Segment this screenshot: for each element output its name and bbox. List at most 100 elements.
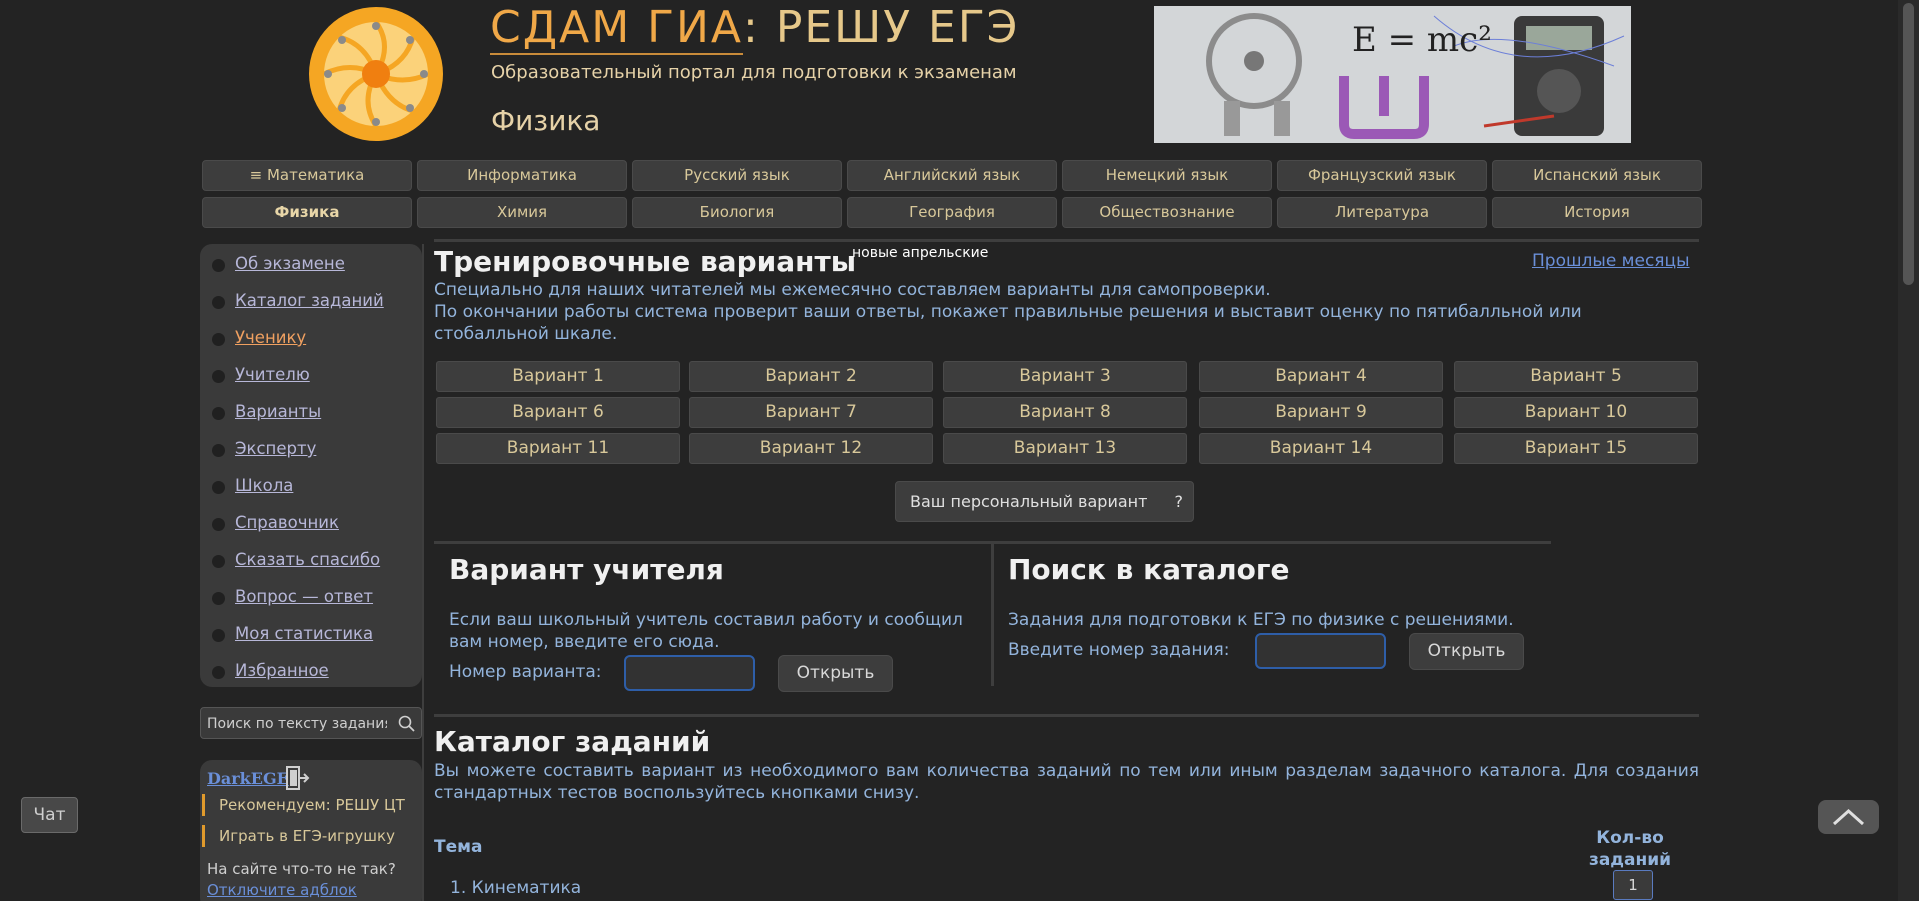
darkege-link[interactable]: DarkEGE bbox=[207, 769, 289, 788]
catalog-desc: Вы можете составить вариант из необходим… bbox=[434, 761, 1699, 803]
training-title: Тренировочные варианты bbox=[434, 245, 857, 278]
training-desc-1: Специально для наших читателей мы ежемес… bbox=[434, 280, 1271, 300]
subject-tab[interactable]: Литература bbox=[1277, 197, 1487, 228]
subject-tab[interactable]: Физика bbox=[202, 197, 412, 228]
bullet-icon bbox=[212, 481, 225, 494]
variant-button[interactable]: Вариант 6 bbox=[436, 397, 680, 428]
help-icon[interactable]: ? bbox=[1175, 482, 1184, 521]
site-subtitle: Образовательный портал для подготовки к … bbox=[491, 62, 1017, 83]
open-variant-button[interactable]: Открыть bbox=[778, 655, 893, 692]
bullet-icon bbox=[212, 407, 225, 420]
adblock-link[interactable]: Отключите адблок bbox=[207, 881, 357, 899]
sidebar-menu-label[interactable]: Ученику bbox=[235, 328, 306, 347]
bullet-icon bbox=[212, 629, 225, 642]
variant-button[interactable]: Вариант 5 bbox=[1454, 361, 1698, 392]
subject-tab[interactable]: Английский язык bbox=[847, 160, 1057, 191]
bullet-icon bbox=[212, 296, 225, 309]
site-title-product[interactable]: РЕШУ ЕГЭ bbox=[776, 2, 1020, 53]
variant-number-input[interactable] bbox=[624, 655, 755, 691]
sidebar-menu-label[interactable]: Школа bbox=[235, 476, 293, 495]
variant-button[interactable]: Вариант 15 bbox=[1454, 433, 1698, 464]
column-divider bbox=[991, 543, 994, 686]
sidebar-menu: Об экзамене Каталог заданий Ученику Учителю… bbox=[200, 244, 422, 687]
sidebar-menu-label[interactable]: Учителю bbox=[235, 365, 310, 384]
variant-button[interactable]: Вариант 4 bbox=[1199, 361, 1443, 392]
variant-button[interactable]: Вариант 12 bbox=[689, 433, 933, 464]
catalog-search-desc: Задания для подготовки к ЕГЭ по физике с… bbox=[1008, 610, 1514, 630]
past-months-link[interactable]: Прошлые месяцы bbox=[1532, 251, 1690, 271]
subject-tab[interactable]: Немецкий язык bbox=[1062, 160, 1272, 191]
bullet-icon bbox=[212, 518, 225, 531]
sidebar-menu-label[interactable]: Варианты bbox=[235, 402, 321, 421]
sidebar-menu-label[interactable]: Каталог заданий bbox=[235, 291, 384, 310]
promo-reshu-ct[interactable]: Рекомендуем: РЕШУ ЦТ bbox=[202, 794, 405, 816]
sidebar-menu-label[interactable]: Эксперту bbox=[235, 439, 316, 458]
variant-button[interactable]: Вариант 14 bbox=[1199, 433, 1443, 464]
sidebar-menu-label[interactable]: Справочник bbox=[235, 513, 339, 532]
task-search-input[interactable] bbox=[207, 714, 387, 734]
subject-tab[interactable]: Химия bbox=[417, 197, 627, 228]
sidebar-menu-label[interactable]: Сказать спасибо bbox=[235, 550, 380, 569]
training-desc-2: По окончании работы система проверит ваш… bbox=[434, 302, 1582, 344]
catalog-search-title: Поиск в каталоге bbox=[1008, 553, 1290, 586]
column-header-count: Кол-во заданий bbox=[1588, 828, 1672, 870]
catalog-title: Каталог заданий bbox=[434, 725, 711, 758]
task-search bbox=[200, 707, 422, 739]
catalog-row-topic[interactable]: 1. Кинематика bbox=[450, 878, 581, 898]
variant-button[interactable]: Вариант 13 bbox=[943, 433, 1187, 464]
chat-button[interactable]: Чат bbox=[21, 797, 78, 833]
task-number-input[interactable] bbox=[1255, 633, 1386, 669]
adblock-question: На сайте что-то не так? bbox=[207, 860, 396, 878]
site-logo[interactable] bbox=[308, 6, 444, 142]
sidebar-menu-label[interactable]: Избранное bbox=[235, 661, 329, 680]
task-number-label: Введите номер задания: bbox=[1008, 640, 1230, 660]
variant-button[interactable]: Вариант 2 bbox=[689, 361, 933, 392]
site-title-brand[interactable]: СДАМ ГИА bbox=[490, 2, 743, 55]
teacher-variant-title: Вариант учителя bbox=[449, 553, 724, 586]
subject-tab[interactable]: География bbox=[847, 197, 1057, 228]
promo-box: DarkEGE Рекомендуем: РЕШУ ЦТ Играть в ЕГ… bbox=[200, 760, 422, 901]
section-divider bbox=[434, 239, 1699, 242]
variant-number-label: Номер варианта: bbox=[449, 662, 602, 682]
bullet-icon bbox=[212, 444, 225, 457]
variant-button[interactable]: Вариант 10 bbox=[1454, 397, 1698, 428]
search-icon[interactable] bbox=[397, 714, 417, 734]
scroll-to-top-button[interactable] bbox=[1818, 800, 1879, 834]
variant-button[interactable]: Вариант 11 bbox=[436, 433, 680, 464]
variant-button[interactable]: Вариант 1 bbox=[436, 361, 680, 392]
variant-button[interactable]: Вариант 3 bbox=[943, 361, 1187, 392]
subject-tab[interactable]: Испанский язык bbox=[1492, 160, 1702, 191]
promo-ege-game[interactable]: Играть в ЕГЭ-игрушку bbox=[202, 825, 395, 847]
page-scrollbar[interactable] bbox=[1898, 0, 1919, 901]
section-divider bbox=[434, 714, 1699, 717]
sidebar-menu-label[interactable]: Об экзамене bbox=[235, 254, 345, 273]
subject-tab[interactable]: Французский язык bbox=[1277, 160, 1487, 191]
site-title[interactable]: СДАМ ГИА: РЕШУ ЕГЭ bbox=[490, 2, 1020, 55]
open-task-button[interactable]: Открыть bbox=[1409, 633, 1524, 670]
catalog-row-count-input[interactable]: 1 bbox=[1613, 870, 1653, 900]
sidebar-divider bbox=[422, 244, 424, 901]
variant-button[interactable]: Вариант 9 bbox=[1199, 397, 1443, 428]
bullet-icon bbox=[212, 333, 225, 346]
scrollbar-thumb[interactable] bbox=[1903, 3, 1914, 285]
teacher-variant-desc: Если ваш школьный учитель составил работ… bbox=[449, 610, 963, 652]
door-icon[interactable] bbox=[284, 765, 310, 791]
variant-button[interactable]: Вариант 8 bbox=[943, 397, 1187, 428]
subject-tab[interactable]: Биология bbox=[632, 197, 842, 228]
personal-variant-button[interactable]: Ваш персональный вариант ? bbox=[895, 481, 1194, 522]
subject-tab[interactable]: История bbox=[1492, 197, 1702, 228]
banner-formula: E = mc² bbox=[1352, 20, 1492, 60]
site-title-separator: : bbox=[743, 2, 760, 53]
subject-tab[interactable]: Обществознание bbox=[1062, 197, 1272, 228]
variant-button[interactable]: Вариант 7 bbox=[689, 397, 933, 428]
bullet-icon bbox=[212, 592, 225, 605]
personal-variant-label: Ваш персональный вариант bbox=[910, 492, 1148, 511]
bullet-icon bbox=[212, 666, 225, 679]
subject-tab[interactable]: Информатика bbox=[417, 160, 627, 191]
subject-heading: Физика bbox=[491, 104, 601, 137]
subject-tab[interactable]: Русский язык bbox=[632, 160, 842, 191]
subject-tab[interactable]: ≡ Математика bbox=[202, 160, 412, 191]
sidebar-menu-label[interactable]: Вопрос — ответ bbox=[235, 587, 373, 606]
sidebar-menu-label[interactable]: Моя статистика bbox=[235, 624, 373, 643]
column-header-topic: Тема bbox=[434, 837, 483, 857]
